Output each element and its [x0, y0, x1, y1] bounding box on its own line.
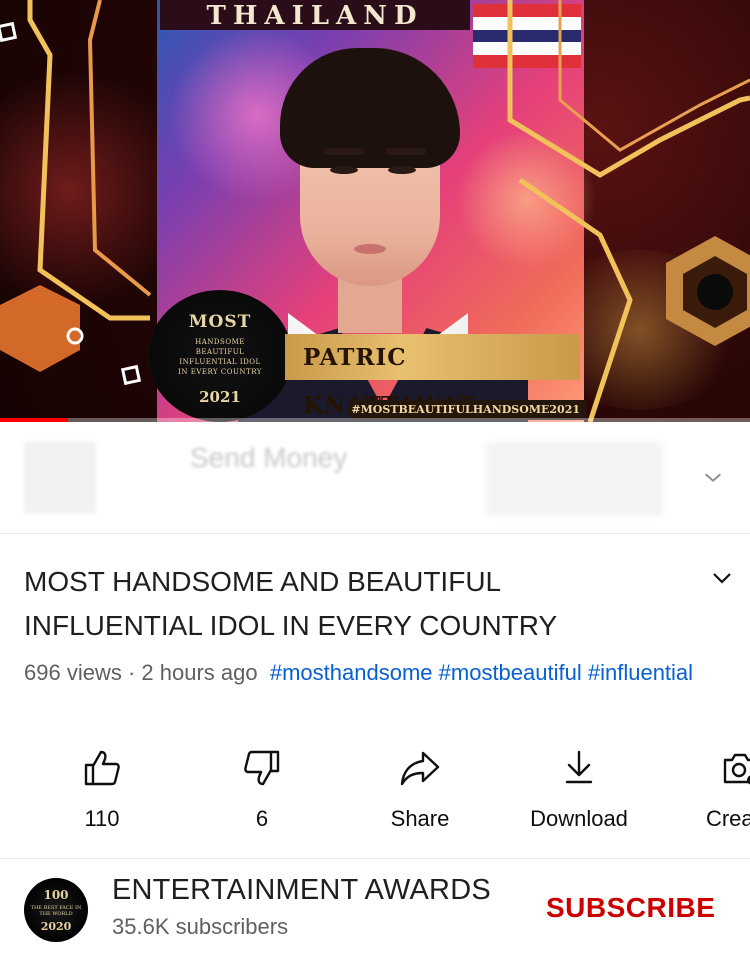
expand-description-chevron-icon[interactable] — [710, 566, 734, 590]
dislike-button[interactable]: 6 — [187, 748, 337, 832]
upload-time: 2 hours ago — [141, 660, 258, 685]
name-banner: PATRIC KNATTAWAT — [285, 334, 580, 419]
hashtag-banner: #MOSTBEAUTIFULHANDSOME2021 — [350, 400, 586, 420]
subscriber-count: 35.6K subscribers — [112, 914, 289, 939]
thumbs-up-icon — [84, 750, 120, 786]
thumbs-down-icon — [244, 750, 280, 786]
download-button[interactable]: Download — [504, 748, 654, 832]
channel-avatar[interactable]: 100 THE BEST FACE IN THE WORLD 2020 — [24, 878, 88, 942]
subscribe-button[interactable]: SUBSCRIBE — [546, 892, 715, 924]
create-label: Create — [705, 806, 750, 831]
video-player[interactable]: THAILAND MOST HANDSOME BEAUTIFUL INFLUEN… — [0, 0, 750, 422]
share-button[interactable]: Share — [345, 748, 495, 832]
action-bar: 110 6 Share Download Create — [0, 748, 750, 838]
ad-blurred-block — [486, 442, 662, 516]
hashtag-link[interactable]: #influential — [588, 660, 693, 685]
create-icon — [723, 753, 750, 785]
share-label: Share — [390, 806, 450, 831]
create-button[interactable]: Create — [664, 748, 750, 832]
channel-name[interactable]: ENTERTAINMENT AWARDS — [112, 874, 491, 907]
divider — [0, 858, 750, 859]
dislike-count: 6 — [255, 806, 269, 831]
download-label: Download — [530, 806, 628, 831]
meta-separator: · — [127, 660, 136, 685]
view-count: 696 views — [24, 660, 122, 685]
video-title[interactable]: MOST HANDSOME AND BEAUTIFUL INFLUENTIAL … — [24, 560, 684, 648]
ad-banner[interactable]: Send Money — [0, 422, 750, 534]
ad-thumbnail — [24, 442, 96, 514]
chevron-down-icon[interactable] — [702, 466, 724, 488]
hexagon-badge-icon — [666, 236, 750, 346]
video-meta: 696 views · 2 hours ago #mosthandsome #m… — [24, 656, 704, 690]
share-icon — [400, 751, 440, 786]
like-count: 110 — [84, 806, 120, 831]
like-button[interactable]: 110 — [27, 748, 177, 832]
hashtag-link[interactable]: #mostbeautiful — [439, 660, 582, 685]
hashtag-link[interactable]: #mosthandsome — [270, 660, 433, 685]
ad-text: Send Money — [190, 442, 348, 473]
award-laurel-badge: MOST HANDSOME BEAUTIFUL INFLUENTIAL IDOL… — [148, 290, 292, 422]
download-icon — [565, 750, 593, 784]
